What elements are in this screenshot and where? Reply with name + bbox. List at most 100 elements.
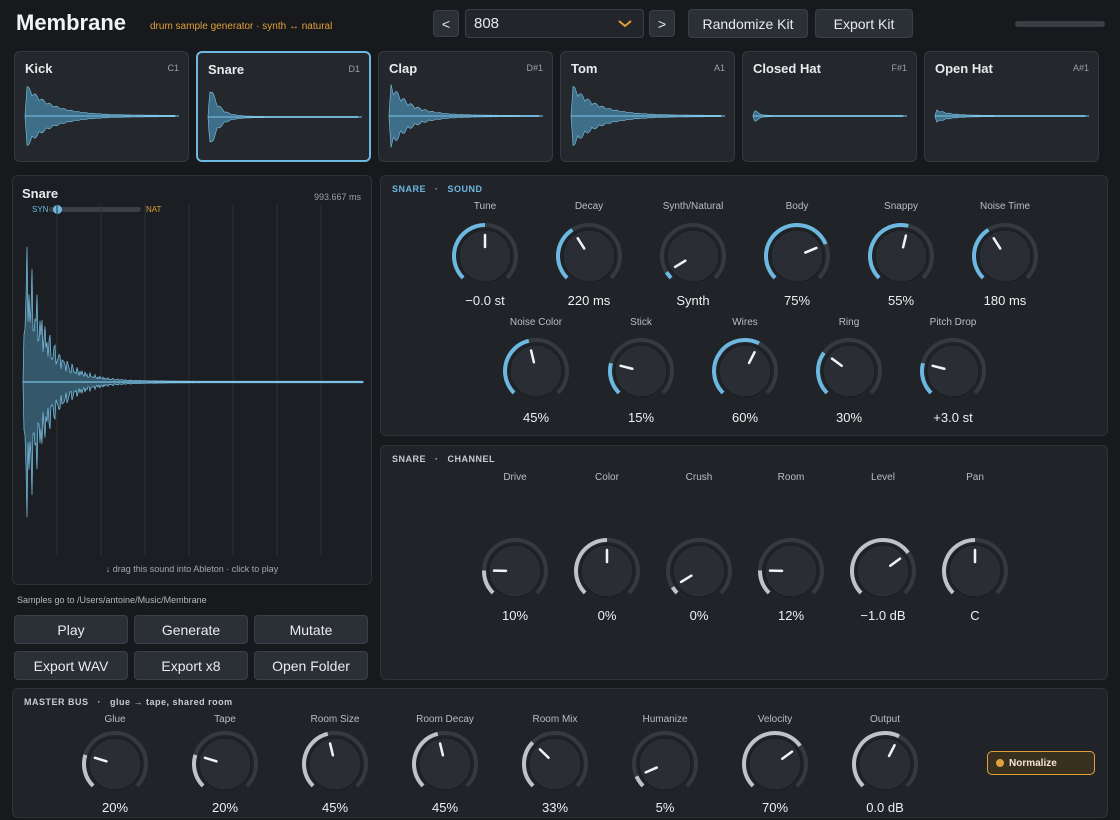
knob-label: Room Mix xyxy=(532,714,578,725)
export-kit-button[interactable]: Export Kit xyxy=(815,9,913,38)
waveform-panel[interactable]: Snare 993.667 ms SYN NAT ↓ drag this sou… xyxy=(12,175,372,585)
pad-tom[interactable]: Tom A1 xyxy=(560,51,735,162)
master-knob[interactable] xyxy=(410,729,480,799)
master-knob[interactable] xyxy=(740,729,810,799)
pad-name: Kick xyxy=(25,61,53,76)
sound-knob[interactable] xyxy=(554,221,624,291)
knob-value: 55% xyxy=(887,293,915,308)
next-kit-button[interactable]: > xyxy=(649,10,675,37)
pad-waveform xyxy=(570,86,725,146)
knob-value: 10% xyxy=(501,608,529,623)
pad-snare[interactable]: Snare D1 xyxy=(196,51,371,162)
master-knob[interactable] xyxy=(630,729,700,799)
sound-instrument: SNARE xyxy=(392,184,427,194)
pad-name: Clap xyxy=(389,61,418,76)
app-title: Membrane xyxy=(16,10,127,35)
pad-open-hat[interactable]: Open Hat A#1 xyxy=(924,51,1099,162)
sound-knob[interactable] xyxy=(606,336,676,406)
knob-value: 12% xyxy=(777,608,805,623)
pad-clap[interactable]: Clap D#1 xyxy=(378,51,553,162)
knob-value: −1.0 dB xyxy=(860,608,906,623)
knob-label: Noise Color xyxy=(509,317,563,328)
knob-label: Stick xyxy=(630,317,652,328)
channel-instrument: SNARE xyxy=(392,454,427,464)
channel-knob[interactable] xyxy=(480,536,550,606)
pad-note: D#1 xyxy=(526,63,543,73)
randomize-kit-button[interactable]: Randomize Kit xyxy=(688,9,808,38)
master-knob[interactable] xyxy=(80,729,150,799)
sound-knob[interactable] xyxy=(814,336,884,406)
knob-label: Color xyxy=(595,472,619,483)
knob-value: 45% xyxy=(321,800,349,815)
sound-knob[interactable] xyxy=(762,221,832,291)
master-knob[interactable] xyxy=(850,729,920,799)
waveform-display[interactable] xyxy=(13,176,371,584)
sound-knob[interactable] xyxy=(450,221,520,291)
knob-label: Body xyxy=(785,201,809,212)
sound-knob[interactable] xyxy=(970,221,1040,291)
master-knob[interactable] xyxy=(300,729,370,799)
normalize-toggle[interactable]: Normalize xyxy=(987,751,1095,775)
knob-label: Snappy xyxy=(884,201,918,212)
channel-knob[interactable] xyxy=(572,536,642,606)
knob-label: Ring xyxy=(838,317,860,328)
knob-value: 0% xyxy=(689,608,709,623)
chevron-down-icon xyxy=(618,20,632,28)
separator: · xyxy=(435,184,439,194)
normalize-led-icon xyxy=(996,759,1004,767)
kit-select-value: 808 xyxy=(474,15,500,32)
channel-knob[interactable] xyxy=(756,536,826,606)
knob-label: Glue xyxy=(104,714,126,725)
pad-name: Closed Hat xyxy=(753,61,821,76)
output-meter xyxy=(1015,21,1105,27)
sound-knob[interactable] xyxy=(501,336,571,406)
pad-note: F#1 xyxy=(891,63,907,73)
mutate-button[interactable]: Mutate xyxy=(254,615,368,644)
knob-value: 20% xyxy=(211,800,239,815)
channel-knob[interactable] xyxy=(848,536,918,606)
knob-label: Output xyxy=(869,714,901,725)
master-subtitle: glue → tape, shared room xyxy=(110,697,233,707)
knob-label: Wires xyxy=(732,317,758,328)
pad-closed-hat[interactable]: Closed Hat F#1 xyxy=(742,51,917,162)
generate-button[interactable]: Generate xyxy=(134,615,248,644)
open-folder-button[interactable]: Open Folder xyxy=(254,651,368,680)
knob-label: Crush xyxy=(685,472,713,483)
normalize-label: Normalize xyxy=(1009,757,1057,769)
pad-note: C1 xyxy=(167,63,179,73)
knob-value: Synth xyxy=(676,293,710,308)
channel-knob[interactable] xyxy=(940,536,1010,606)
pad-waveform xyxy=(934,109,1089,123)
knob-value: 45% xyxy=(522,410,550,425)
knob-value: +3.0 st xyxy=(933,410,973,425)
sound-knob[interactable] xyxy=(918,336,988,406)
master-knob[interactable] xyxy=(190,729,260,799)
export-x8-button[interactable]: Export x8 xyxy=(134,651,248,680)
pad-name: Open Hat xyxy=(935,61,993,76)
channel-title: CHANNEL xyxy=(447,454,496,464)
sound-knob[interactable] xyxy=(710,336,780,406)
export-wav-button[interactable]: Export WAV xyxy=(14,651,128,680)
knob-label: Velocity xyxy=(757,714,793,725)
knob-label: Synth/Natural xyxy=(662,201,724,212)
separator: · xyxy=(435,454,439,464)
sound-knob[interactable] xyxy=(658,221,728,291)
kit-select[interactable]: 808 xyxy=(465,9,644,38)
play-button[interactable]: Play xyxy=(14,615,128,644)
knob-label: Tune xyxy=(473,201,497,212)
pad-note: A1 xyxy=(713,63,725,73)
knob-value: 0% xyxy=(597,608,617,623)
pad-kick[interactable]: Kick C1 xyxy=(14,51,189,162)
prev-kit-button[interactable]: < xyxy=(433,10,459,37)
knob-label: Room Size xyxy=(310,714,360,725)
channel-knob[interactable] xyxy=(664,536,734,606)
knob-value: 75% xyxy=(783,293,811,308)
knob-value: 70% xyxy=(761,800,789,815)
knob-value: 5% xyxy=(655,800,675,815)
pad-name: Snare xyxy=(208,62,245,77)
master-knob[interactable] xyxy=(520,729,590,799)
sound-knob[interactable] xyxy=(866,221,936,291)
pad-waveform xyxy=(752,110,907,122)
pad-waveform xyxy=(24,86,179,146)
sound-title: SOUND xyxy=(447,184,483,194)
